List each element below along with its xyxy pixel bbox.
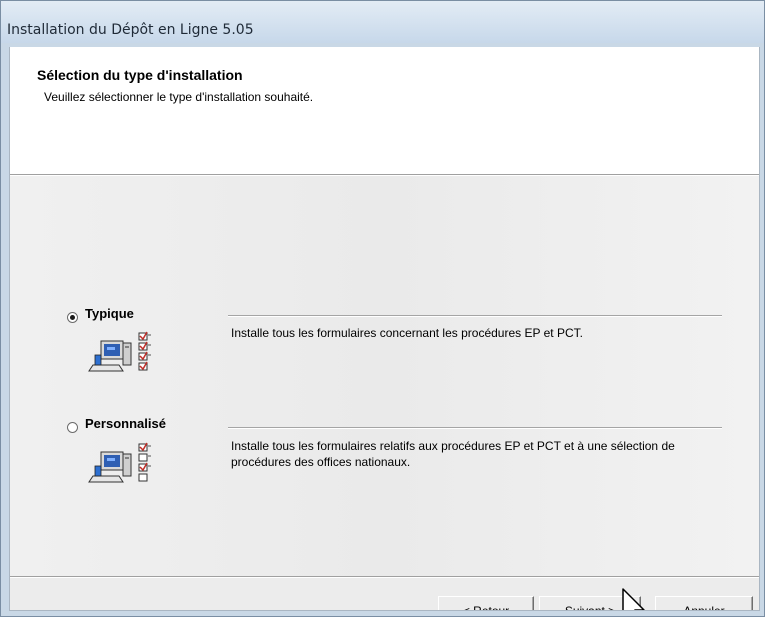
- installer-window: Installation du Dépôt en Ligne 5.05 Séle…: [0, 0, 765, 617]
- custom-separator-highlight: [228, 428, 722, 429]
- computer-checklist-icon: [87, 331, 157, 396]
- typical-radio[interactable]: [67, 312, 78, 323]
- typical-description: Installe tous les formulaires concernant…: [231, 326, 583, 340]
- computer-checklist-icon: [87, 440, 157, 505]
- cancel-button[interactable]: Annuler: [655, 596, 753, 610]
- footer-divider-highlight: [10, 577, 759, 578]
- page-subtitle: Veuillez sélectionner le type d'installa…: [44, 90, 314, 104]
- window-title: Installation du Dépôt en Ligne 5.05: [7, 22, 254, 38]
- dialog-header: Sélection du type d'installation Veuille…: [10, 47, 759, 174]
- custom-label[interactable]: Personnalisé: [85, 416, 166, 431]
- dialog-body: Typique Installe tous les formulaires co…: [10, 176, 759, 576]
- custom-radio[interactable]: [67, 422, 78, 433]
- dialog-client-area: Sélection du type d'installation Veuille…: [9, 47, 760, 611]
- title-bar[interactable]: Installation du Dépôt en Ligne 5.05: [1, 1, 764, 43]
- custom-description: Installe tous les formulaires relatifs a…: [231, 439, 675, 469]
- back-button[interactable]: < Retour: [438, 596, 534, 610]
- mouse-pointer-icon: [621, 588, 647, 610]
- typical-label[interactable]: Typique: [85, 306, 134, 321]
- typical-separator-highlight: [228, 316, 722, 317]
- page-title: Sélection du type d'installation: [37, 67, 243, 83]
